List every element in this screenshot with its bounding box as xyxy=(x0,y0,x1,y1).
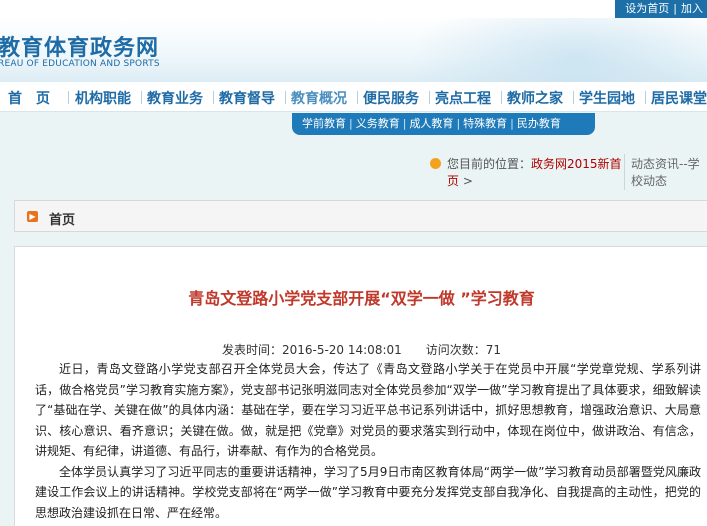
section-header: ▶ 首页 xyxy=(14,200,707,232)
article-panel: 青岛文登路小学党支部开展“双学一做 ”学习教育 发表时间：2016-5-20 1… xyxy=(14,246,707,526)
nav-separator xyxy=(573,91,574,104)
section-header-label[interactable]: 首页 xyxy=(49,209,75,228)
site-title[interactable]: 教育体育政务网 xyxy=(0,30,159,62)
nav-item-supervision[interactable]: 教育督导 xyxy=(219,88,275,108)
nav-item-teachers[interactable]: 教师之家 xyxy=(507,88,563,108)
nav-item-highlights[interactable]: 亮点工程 xyxy=(435,88,491,108)
subnav-item-compulsory[interactable]: 义务教育 xyxy=(356,117,400,130)
visits-value: 71 xyxy=(485,343,502,357)
nav-separator xyxy=(68,91,69,104)
breadcrumb-arrow: > xyxy=(462,174,473,188)
breadcrumb: 您目前的位置：政务网2015新首页 > xyxy=(447,156,627,190)
nav-separator xyxy=(213,91,214,104)
add-favorite-link[interactable]: 加入 xyxy=(681,2,703,15)
nav-item-home[interactable]: 首 页 xyxy=(8,88,50,108)
article-title: 青岛文登路小学党支部开展“双学一做 ”学习教育 xyxy=(188,289,535,308)
publish-time-label: 发表时间： xyxy=(221,343,282,357)
subnav-item-preschool[interactable]: 学前教育 xyxy=(302,117,346,130)
nav-item-residents[interactable]: 居民课堂 xyxy=(651,88,707,108)
nav-separator xyxy=(501,91,502,104)
visits-label: 访问次数： xyxy=(425,343,486,357)
top-links: 设为首页 | 加入 xyxy=(615,0,707,18)
nav-item-institution[interactable]: 机构职能 xyxy=(75,88,131,108)
nav-separator xyxy=(285,91,286,104)
article-body: 近日，青岛文登路小学党支部召开全体党员大会，传达了《青岛文登路小学关于在党员中开… xyxy=(35,359,701,523)
nav-separator xyxy=(141,91,142,104)
arrow-right-icon: ▶ xyxy=(27,211,38,222)
site-banner: 教育体育政务网 REAU OF EDUCATION AND SPORTS xyxy=(0,18,707,82)
sub-nav: 学前教育 | 义务教育 | 成人教育 | 特殊教育 | 民办教育 xyxy=(292,113,595,135)
subnav-item-private[interactable]: 民办教育 xyxy=(517,117,561,130)
breadcrumb-section[interactable]: 动态资讯--学校动态 xyxy=(631,156,707,190)
nav-item-service[interactable]: 便民服务 xyxy=(363,88,419,108)
nav-separator xyxy=(645,91,646,104)
subnav-item-special[interactable]: 特殊教育 xyxy=(463,117,507,130)
article-paragraph: 全体学员认真学习了习近平同志的重要讲话精神，学习了5月9日市南区教育体局“两学一… xyxy=(35,464,701,520)
nav-item-business[interactable]: 教育业务 xyxy=(147,88,203,108)
subnav-separator: | xyxy=(402,117,407,130)
publish-time-value: 2016-5-20 14:08:01 xyxy=(281,343,402,357)
main-nav: 首 页 机构职能 教育业务 教育督导 教育概况 便民服务 亮点工程 教师之家 学… xyxy=(0,82,707,112)
nav-item-students[interactable]: 学生园地 xyxy=(579,88,635,108)
subnav-separator: | xyxy=(456,117,461,130)
nav-separator xyxy=(429,91,430,104)
subnav-separator: | xyxy=(349,117,353,130)
banner-decoration xyxy=(407,18,707,82)
breadcrumb-prefix: 您目前的位置： xyxy=(447,157,532,171)
article-paragraph: 近日，青岛文登路小学党支部召开全体党员大会，传达了《青岛文登路小学关于在党员中开… xyxy=(35,362,701,458)
subnav-separator: | xyxy=(510,117,514,130)
nav-item-overview[interactable]: 教育概况 xyxy=(291,88,347,108)
article-meta: 发表时间：2016-5-20 14:08:01 访问次数：71 xyxy=(15,341,707,358)
breadcrumb-divider xyxy=(624,154,625,190)
top-links-separator: | xyxy=(673,2,677,15)
subnav-item-adult[interactable]: 成人教育 xyxy=(409,117,453,130)
site-subtitle: REAU OF EDUCATION AND SPORTS xyxy=(0,59,160,69)
top-bar: 设为首页 | 加入 xyxy=(0,0,707,18)
nav-separator xyxy=(357,91,358,104)
set-homepage-link[interactable]: 设为首页 xyxy=(625,2,669,15)
location-dot-icon xyxy=(430,158,441,169)
